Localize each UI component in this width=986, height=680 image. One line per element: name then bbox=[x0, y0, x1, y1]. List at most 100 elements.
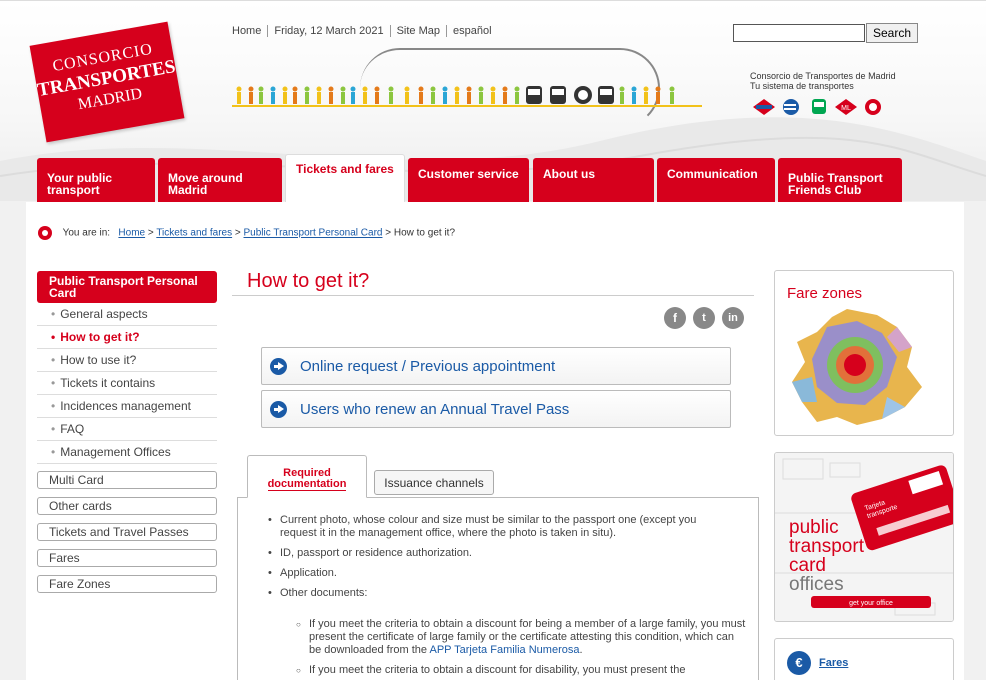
card-offices-banner[interactable]: Tarjeta transporte public transport card… bbox=[774, 452, 954, 622]
person-icon bbox=[248, 86, 254, 92]
renew-annual-pass-link[interactable]: Users who renew an Annual Travel Pass bbox=[261, 390, 731, 428]
person-icon bbox=[305, 92, 309, 104]
arrow-right-icon bbox=[270, 358, 287, 375]
sidebar-item-incidences-management[interactable]: • Incidences management bbox=[37, 395, 217, 418]
sidebar-section-header[interactable]: Public Transport Personal Card bbox=[37, 271, 217, 303]
sidebar-section-multi-card[interactable]: Multi Card bbox=[37, 471, 217, 489]
person-icon bbox=[329, 92, 333, 104]
consorcio-subtitle: Tu sistema de transportes bbox=[750, 81, 854, 91]
nav-tab-friends-club[interactable]: Public Transport Friends Club bbox=[778, 158, 902, 202]
person-icon bbox=[431, 92, 435, 104]
person-icon bbox=[249, 92, 253, 104]
fare-zones-map-image bbox=[792, 309, 922, 425]
fare-zones-title: Fare zones bbox=[787, 285, 863, 302]
bus-icon[interactable] bbox=[807, 98, 831, 116]
consorcio-tagline: Consorcio de Transportes de Madrid Tu si… bbox=[750, 71, 896, 91]
sidebar-item-faq[interactable]: • FAQ bbox=[37, 418, 217, 441]
nav-tab-tickets-and-fares[interactable]: Tickets and fares bbox=[285, 154, 405, 202]
transport-illustration bbox=[232, 86, 702, 107]
list-item: Application. bbox=[268, 567, 728, 580]
tab-issuance-channels[interactable]: Issuance channels bbox=[374, 470, 494, 495]
person-icon bbox=[405, 92, 409, 104]
emt-icon[interactable] bbox=[861, 98, 885, 116]
title-divider bbox=[232, 295, 754, 296]
person-icon bbox=[404, 86, 410, 92]
person-icon bbox=[455, 92, 459, 104]
breadcrumb-prefix: You are in: bbox=[62, 227, 111, 239]
person-icon bbox=[655, 86, 661, 92]
language-link[interactable]: español bbox=[453, 25, 492, 37]
home-link[interactable]: Home bbox=[232, 25, 261, 37]
nav-tab-customer-service[interactable]: Customer service bbox=[408, 158, 529, 202]
person-icon bbox=[430, 86, 436, 92]
fare-zones-banner[interactable]: Fare zones bbox=[774, 270, 954, 436]
site-map-link[interactable]: Site Map bbox=[397, 25, 440, 37]
person-icon bbox=[271, 92, 275, 104]
app-familia-numerosa-link[interactable]: APP Tarjeta Familia Numerosa bbox=[429, 644, 579, 656]
person-icon bbox=[490, 86, 496, 92]
nav-tab-communication[interactable]: Communication bbox=[657, 158, 775, 202]
person-icon bbox=[363, 92, 367, 104]
facebook-icon[interactable]: f bbox=[664, 307, 686, 329]
nav-tab-your-public-transport[interactable]: Your public transport bbox=[37, 158, 155, 202]
person-icon bbox=[619, 86, 625, 92]
person-icon bbox=[466, 86, 472, 92]
consorcio-name: Consorcio de Transportes de Madrid bbox=[750, 71, 896, 81]
search-input[interactable] bbox=[733, 24, 865, 42]
sidebar-section-tickets-and-travel-passes[interactable]: Tickets and Travel Passes bbox=[37, 523, 217, 541]
person-icon bbox=[620, 92, 624, 104]
person-icon bbox=[341, 92, 345, 104]
cercanias-icon[interactable] bbox=[779, 98, 803, 116]
person-icon bbox=[467, 92, 471, 104]
person-icon bbox=[259, 92, 263, 104]
sidebar-section-fares[interactable]: Fares bbox=[37, 549, 217, 567]
online-request-link[interactable]: Online request / Previous appointment bbox=[261, 347, 731, 385]
person-icon bbox=[442, 86, 448, 92]
person-icon bbox=[374, 86, 380, 92]
sidebar-item-management-offices[interactable]: • Management Offices bbox=[37, 441, 217, 464]
person-icon bbox=[304, 86, 310, 92]
sidebar-item-how-to-get-it[interactable]: • How to get it? bbox=[37, 326, 217, 349]
date-text: Friday, 12 March 2021 bbox=[274, 25, 384, 37]
top-links: Home Friday, 12 March 2021 Site Map español bbox=[232, 25, 492, 38]
metro-icon[interactable] bbox=[752, 98, 776, 116]
breadcrumb-home[interactable]: Home bbox=[118, 228, 145, 239]
person-icon bbox=[502, 86, 508, 92]
search-button[interactable]: Search bbox=[866, 23, 918, 43]
nav-tab-move-around-madrid[interactable]: Move around Madrid bbox=[158, 158, 282, 202]
breadcrumb-personal-card[interactable]: Public Transport Personal Card bbox=[244, 228, 383, 239]
breadcrumb-tickets-and-fares[interactable]: Tickets and fares bbox=[156, 228, 232, 239]
transport-mode-icons: ML bbox=[752, 98, 885, 119]
list-item: If you meet the criteria to obtain a dis… bbox=[296, 618, 747, 657]
person-icon bbox=[388, 86, 394, 92]
tab-required-documentation[interactable]: Required documentation bbox=[247, 455, 367, 498]
person-icon bbox=[479, 92, 483, 104]
person-icon bbox=[328, 86, 334, 92]
card-offices-image: Tarjeta transporte public transport card… bbox=[775, 453, 953, 621]
fares-box[interactable]: € Fares bbox=[774, 638, 954, 680]
person-icon bbox=[375, 92, 379, 104]
metro-ligero-icon[interactable]: ML bbox=[834, 98, 858, 116]
sidebar-section-other-cards[interactable]: Other cards bbox=[37, 497, 217, 515]
sidebar-item-general-aspects[interactable]: • General aspects bbox=[37, 303, 217, 326]
person-icon bbox=[644, 92, 648, 104]
svg-text:public: public bbox=[789, 517, 839, 538]
person-icon bbox=[478, 86, 484, 92]
person-icon bbox=[283, 92, 287, 104]
nav-tab-about-us[interactable]: About us bbox=[533, 158, 654, 202]
sidebar-item-how-to-use-it[interactable]: • How to use it? bbox=[37, 349, 217, 372]
linkedin-icon[interactable]: in bbox=[722, 307, 744, 329]
person-icon bbox=[631, 86, 637, 92]
bus-icon bbox=[526, 86, 542, 104]
sidebar-item-tickets-it-contains[interactable]: • Tickets it contains bbox=[37, 372, 217, 395]
list-item: Other documents: bbox=[268, 587, 728, 600]
twitter-icon[interactable]: t bbox=[693, 307, 715, 329]
metro-icon bbox=[574, 86, 592, 104]
fares-link[interactable]: Fares bbox=[819, 657, 848, 669]
svg-text:card: card bbox=[789, 555, 826, 576]
person-icon bbox=[293, 92, 297, 104]
list-item: If you meet the criteria to obtain a dis… bbox=[296, 664, 747, 677]
list-item: ID, passport or residence authorization. bbox=[268, 547, 728, 560]
sidebar-section-fare-zones[interactable]: Fare Zones bbox=[37, 575, 217, 593]
renew-annual-pass-label: Users who renew an Annual Travel Pass bbox=[300, 401, 570, 418]
